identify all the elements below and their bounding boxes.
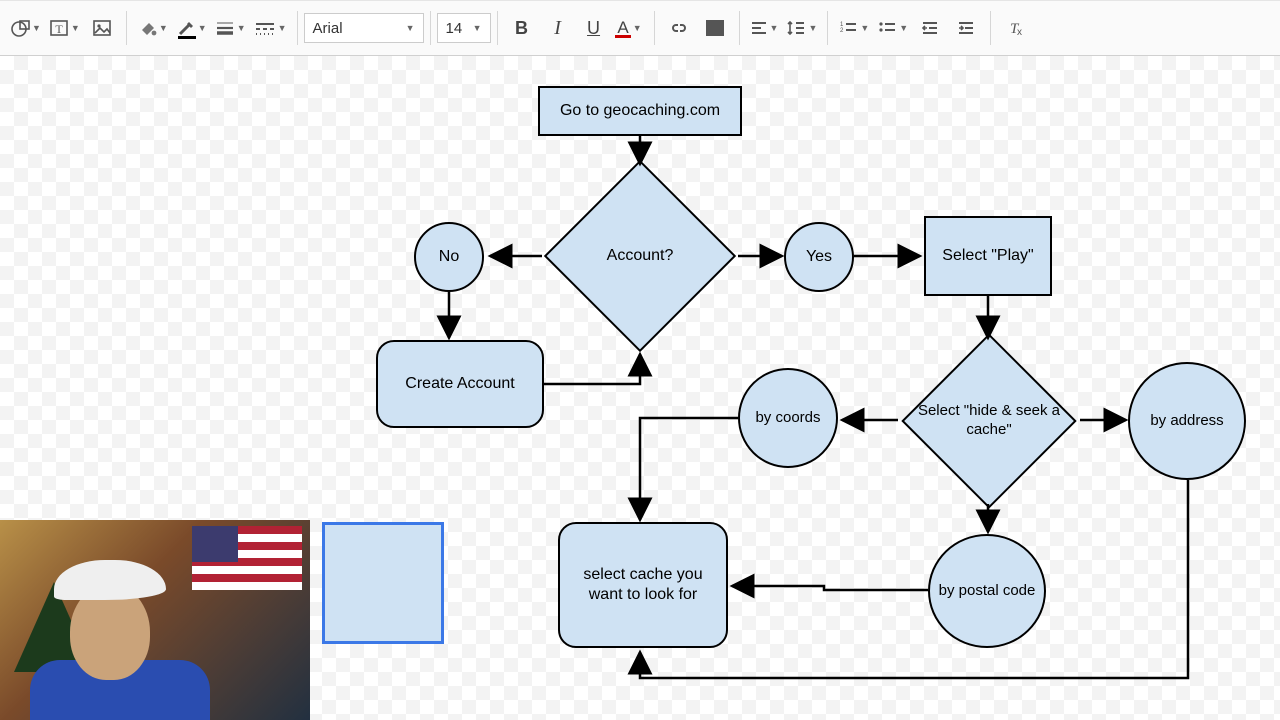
node-by-coords[interactable]: by coords <box>738 368 838 468</box>
fill-color[interactable]: ▼ <box>133 10 172 46</box>
node-hide-seek[interactable]: Select "hide & seek a cache" <box>896 336 1082 506</box>
separator <box>739 11 740 45</box>
node-text: by postal code <box>939 582 1036 601</box>
toolbar: ▼ T ▼ ▼ ▼ ▼ ▼ Arial ▼ 14 ▼ B I U A ▼ <box>0 0 1280 56</box>
font-family-value: Arial <box>313 20 343 37</box>
caret-icon: ▼ <box>770 23 779 33</box>
clear-formatting[interactable]: Tx <box>997 10 1033 46</box>
italic-button[interactable]: I <box>540 10 576 46</box>
node-text: Select "Play" <box>942 246 1033 266</box>
numbered-list[interactable]: 12 ▼ <box>834 10 873 46</box>
line-dash[interactable]: ▼ <box>250 10 291 46</box>
webcam-overlay <box>0 520 310 720</box>
caret-icon: ▼ <box>808 23 817 33</box>
separator <box>990 11 991 45</box>
separator <box>430 11 431 45</box>
caret-icon: ▼ <box>633 23 642 33</box>
node-text: select cache you want to look for <box>568 565 718 605</box>
node-account-decision[interactable]: Account? <box>540 162 740 350</box>
separator <box>654 11 655 45</box>
node-no[interactable]: No <box>414 222 484 292</box>
separator <box>297 11 298 45</box>
link-button[interactable] <box>661 10 697 46</box>
node-yes[interactable]: Yes <box>784 222 854 292</box>
svg-text:2: 2 <box>840 28 844 34</box>
node-text: Go to geocaching.com <box>560 101 720 121</box>
drawing-canvas[interactable]: Go to geocaching.com Account? No Yes Sel… <box>0 56 1280 720</box>
caret-icon: ▼ <box>71 23 80 33</box>
font-family-select[interactable]: Arial ▼ <box>304 13 424 43</box>
separator <box>827 11 828 45</box>
node-text: Yes <box>806 247 832 267</box>
indent-decrease[interactable] <box>912 10 948 46</box>
node-text: by coords <box>755 409 820 428</box>
caret-icon: ▼ <box>473 23 482 33</box>
node-by-address[interactable]: by address <box>1128 362 1246 480</box>
comment-button[interactable] <box>697 10 733 46</box>
line-weight[interactable]: ▼ <box>211 10 250 46</box>
node-text: Select "hide & seek a cache" <box>906 402 1072 440</box>
node-select-cache[interactable]: select cache you want to look for <box>558 522 728 648</box>
caret-icon: ▼ <box>198 23 207 33</box>
svg-text:T: T <box>55 22 63 36</box>
separator <box>126 11 127 45</box>
node-play[interactable]: Select "Play" <box>924 216 1052 296</box>
node-text: No <box>439 247 459 267</box>
textbox-tool[interactable]: T ▼ <box>45 10 84 46</box>
font-size-select[interactable]: 14 ▼ <box>437 13 491 43</box>
align-button[interactable]: ▼ <box>746 10 783 46</box>
node-start[interactable]: Go to geocaching.com <box>538 86 742 136</box>
line-spacing[interactable]: ▼ <box>782 10 821 46</box>
bold-button[interactable]: B <box>504 10 540 46</box>
caret-icon: ▼ <box>159 23 168 33</box>
node-create-account[interactable]: Create Account <box>376 340 544 428</box>
text-color[interactable]: A ▼ <box>612 10 648 46</box>
caret-icon: ▼ <box>899 23 908 33</box>
node-text: Create Account <box>405 374 514 394</box>
node-by-postal[interactable]: by postal code <box>928 534 1046 648</box>
caret-icon: ▼ <box>406 23 415 33</box>
caret-icon: ▼ <box>278 23 287 33</box>
bulleted-list[interactable]: ▼ <box>873 10 912 46</box>
caret-icon: ▼ <box>32 23 41 33</box>
node-text: Account? <box>607 246 674 266</box>
comment-icon <box>706 20 724 36</box>
indent-increase[interactable] <box>948 10 984 46</box>
santa-hat-icon <box>54 560 166 600</box>
svg-text:x: x <box>1017 27 1022 37</box>
separator <box>497 11 498 45</box>
shape-tool[interactable]: ▼ <box>6 10 45 46</box>
new-shape-selected[interactable] <box>322 522 444 644</box>
underline-button[interactable]: U <box>576 10 612 46</box>
flag-icon <box>192 526 302 590</box>
caret-icon: ▼ <box>860 23 869 33</box>
image-tool[interactable] <box>84 10 120 46</box>
node-text: by address <box>1150 412 1223 431</box>
caret-icon: ▼ <box>237 23 246 33</box>
font-size-value: 14 <box>446 20 463 37</box>
line-color[interactable]: ▼ <box>172 10 211 46</box>
